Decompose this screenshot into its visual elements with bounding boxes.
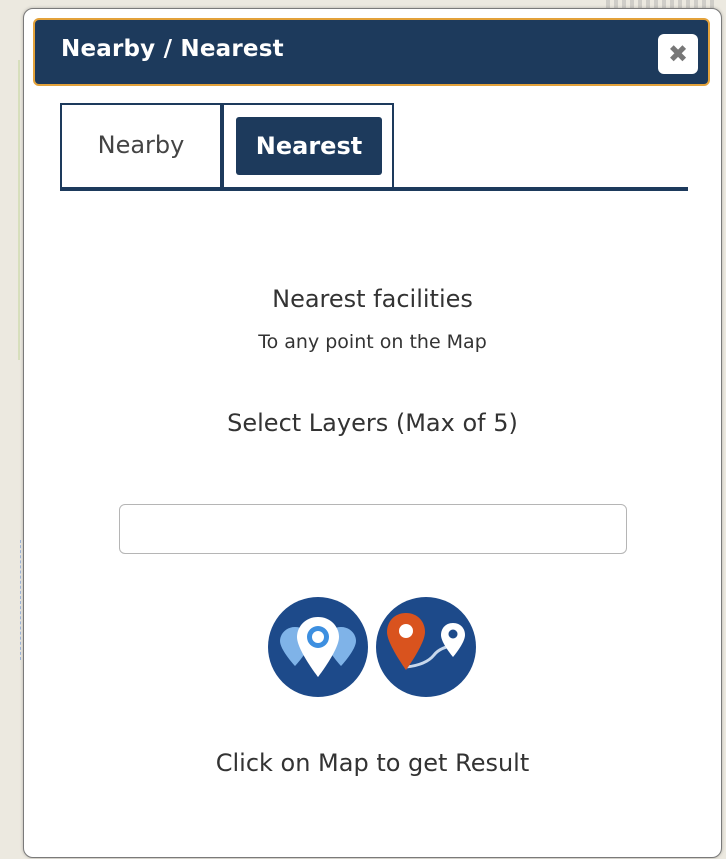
nearest-route-icon [387, 613, 465, 670]
result-hint: Click on Map to get Result [215, 749, 530, 777]
section-subheading: To any point on the Map [258, 331, 487, 353]
tab-nearby-label: Nearby [97, 131, 185, 159]
tab-nearby[interactable]: Nearby [60, 103, 222, 187]
nearby-pins-icon [280, 617, 356, 677]
tab-nearest-label: Nearest [236, 117, 382, 175]
tab-nearest[interactable]: Nearest [222, 103, 394, 187]
nearest-tool-button[interactable] [376, 597, 476, 697]
map-road [0, 60, 20, 360]
select-layers-label: Select Layers (Max of 5) [227, 409, 518, 437]
tool-icons [268, 597, 478, 697]
panel-title: Nearby / Nearest [61, 36, 284, 62]
nearby-tool-button[interactable] [268, 597, 368, 697]
nearby-nearest-panel: Nearby / Nearest ✖ Nearby Nearest Neares… [23, 8, 722, 858]
map-road [0, 540, 21, 660]
section-heading: Nearest facilities [272, 285, 473, 313]
tab-underline [60, 187, 688, 191]
map-label [606, 0, 716, 8]
layer-select-input[interactable] [119, 504, 627, 554]
panel-header: Nearby / Nearest ✖ [33, 18, 710, 86]
close-button[interactable]: ✖ [658, 34, 698, 74]
tab-bar: Nearby Nearest [60, 103, 688, 191]
close-icon: ✖ [667, 40, 689, 68]
